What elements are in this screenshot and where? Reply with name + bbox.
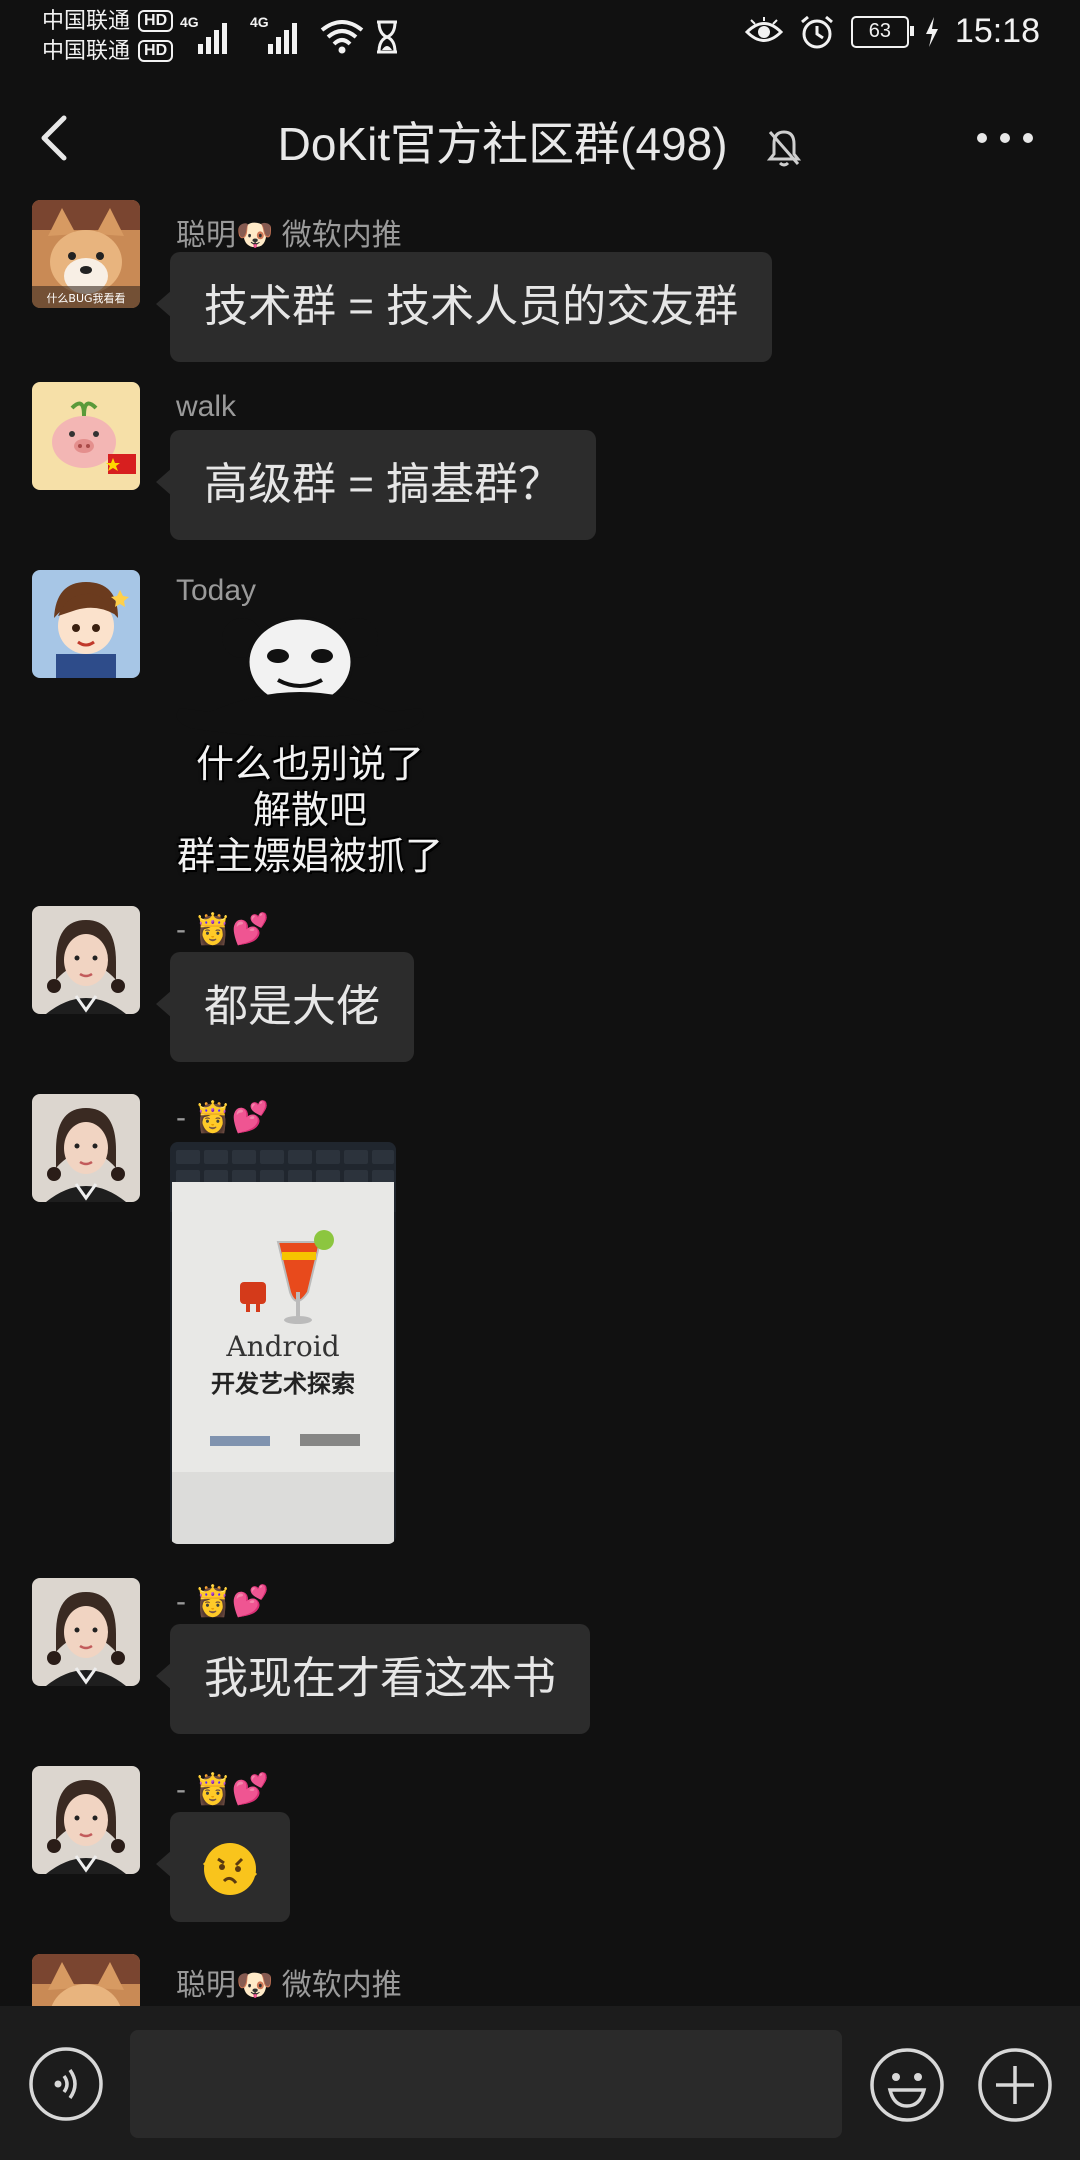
emoji-message[interactable] xyxy=(156,1812,290,1922)
sticker-line: 解散吧 xyxy=(252,790,367,832)
sender-name: walk xyxy=(176,390,237,423)
sticker-line: 什么也别说了 xyxy=(195,744,424,786)
status-bar: 中国联通 HD 中国联通 HD 4G 4G 63 15:18 xyxy=(0,0,1080,70)
hourglass-icon xyxy=(377,20,397,54)
signal-icon: 4G xyxy=(180,14,240,54)
panda-sticker[interactable]: 什么也别说了 解散吧 群主嫖娼被抓了 xyxy=(170,616,443,878)
chat-title-area: DoKit官方社区群(498) xyxy=(0,108,1080,174)
message-list[interactable]: 什么BUG我看看 聪明🐶 微软内推 技术群 = 技术人员的交友群 walk 高级… xyxy=(0,186,1080,2006)
status-right: 63 15:18 xyxy=(744,12,1040,51)
woman-avatar[interactable] xyxy=(32,1094,140,1202)
photo-message[interactable]: Android 开发艺术探索 xyxy=(170,1142,396,1544)
wifi-icon xyxy=(320,20,364,54)
sticker-line: 群主嫖娼被抓了 xyxy=(176,836,443,878)
chat-title: DoKit官方社区群(498) xyxy=(277,118,728,170)
battery-icon: 63 xyxy=(850,15,914,48)
sticker-caption: 什么也别说了 解散吧 群主嫖娼被抓了 xyxy=(170,742,450,880)
book-subtitle: 开发艺术探索 xyxy=(211,1369,355,1398)
sender-name: - 👸💕 xyxy=(176,913,270,946)
message-bubble[interactable]: 我现在才看这本书 xyxy=(156,1624,590,1734)
message-bubble[interactable]: 都是大佬 xyxy=(156,952,414,1062)
message-input[interactable] xyxy=(130,2030,842,2138)
input-bar xyxy=(0,2006,1080,2160)
sender-name: - 👸💕 xyxy=(176,1773,270,1806)
hd-badge: HD xyxy=(138,10,174,32)
chat-header: DoKit官方社区群(498) xyxy=(0,90,1080,186)
book-title: Android xyxy=(226,1330,340,1363)
message-bubble[interactable]: 高级群 = 搞基群？ xyxy=(155,430,597,540)
carrier-info: 中国联通 HD 中国联通 HD xyxy=(42,6,174,66)
mute-bell-icon xyxy=(767,130,802,167)
shaking-face-emoji-icon xyxy=(202,1843,258,1896)
clock-time: 15:18 xyxy=(954,12,1040,50)
carrier-name: 中国联通 xyxy=(42,38,131,63)
sender-name: - 👸💕 xyxy=(176,1101,270,1134)
chat-screen: 中国联通 HD 中国联通 HD 4G 4G 63 15:18 DoKit官方社区… xyxy=(0,0,1080,2160)
sender-name: 聪明🐶 微软内推 xyxy=(176,219,402,252)
alarm-icon xyxy=(800,15,833,48)
svg-text:什么BUG我看看: 什么BUG我看看 xyxy=(46,291,125,305)
emoji-button[interactable] xyxy=(868,2046,946,2124)
shiba-dog-avatar[interactable]: 什么BUG我看看 xyxy=(32,200,140,308)
more-options-button[interactable] xyxy=(970,120,1040,156)
woman-avatar[interactable] xyxy=(32,1578,140,1686)
sender-name: - 👸💕 xyxy=(176,1585,270,1618)
sender-name: 聪明🐶 微软内推 xyxy=(176,1969,402,2002)
charging-icon xyxy=(925,16,938,47)
pig-avatar[interactable] xyxy=(32,382,140,490)
eye-icon xyxy=(744,16,783,42)
message-bubble[interactable]: 技术群 = 技术人员的交友群 xyxy=(155,252,773,362)
carrier-name: 中国联通 xyxy=(42,8,131,33)
network-indicators: 4G 4G xyxy=(180,14,400,54)
voice-input-button[interactable] xyxy=(28,2046,104,2122)
signal-icon: 4G xyxy=(250,14,310,54)
sender-name: Today xyxy=(176,574,257,607)
woman-avatar[interactable] xyxy=(32,1766,140,1874)
shiba-dog-avatar[interactable] xyxy=(32,1954,140,2006)
add-attachment-button[interactable] xyxy=(976,2046,1054,2124)
hd-badge: HD xyxy=(138,40,174,62)
cartoon-boy-avatar[interactable] xyxy=(32,570,140,678)
woman-avatar[interactable] xyxy=(32,906,140,1014)
